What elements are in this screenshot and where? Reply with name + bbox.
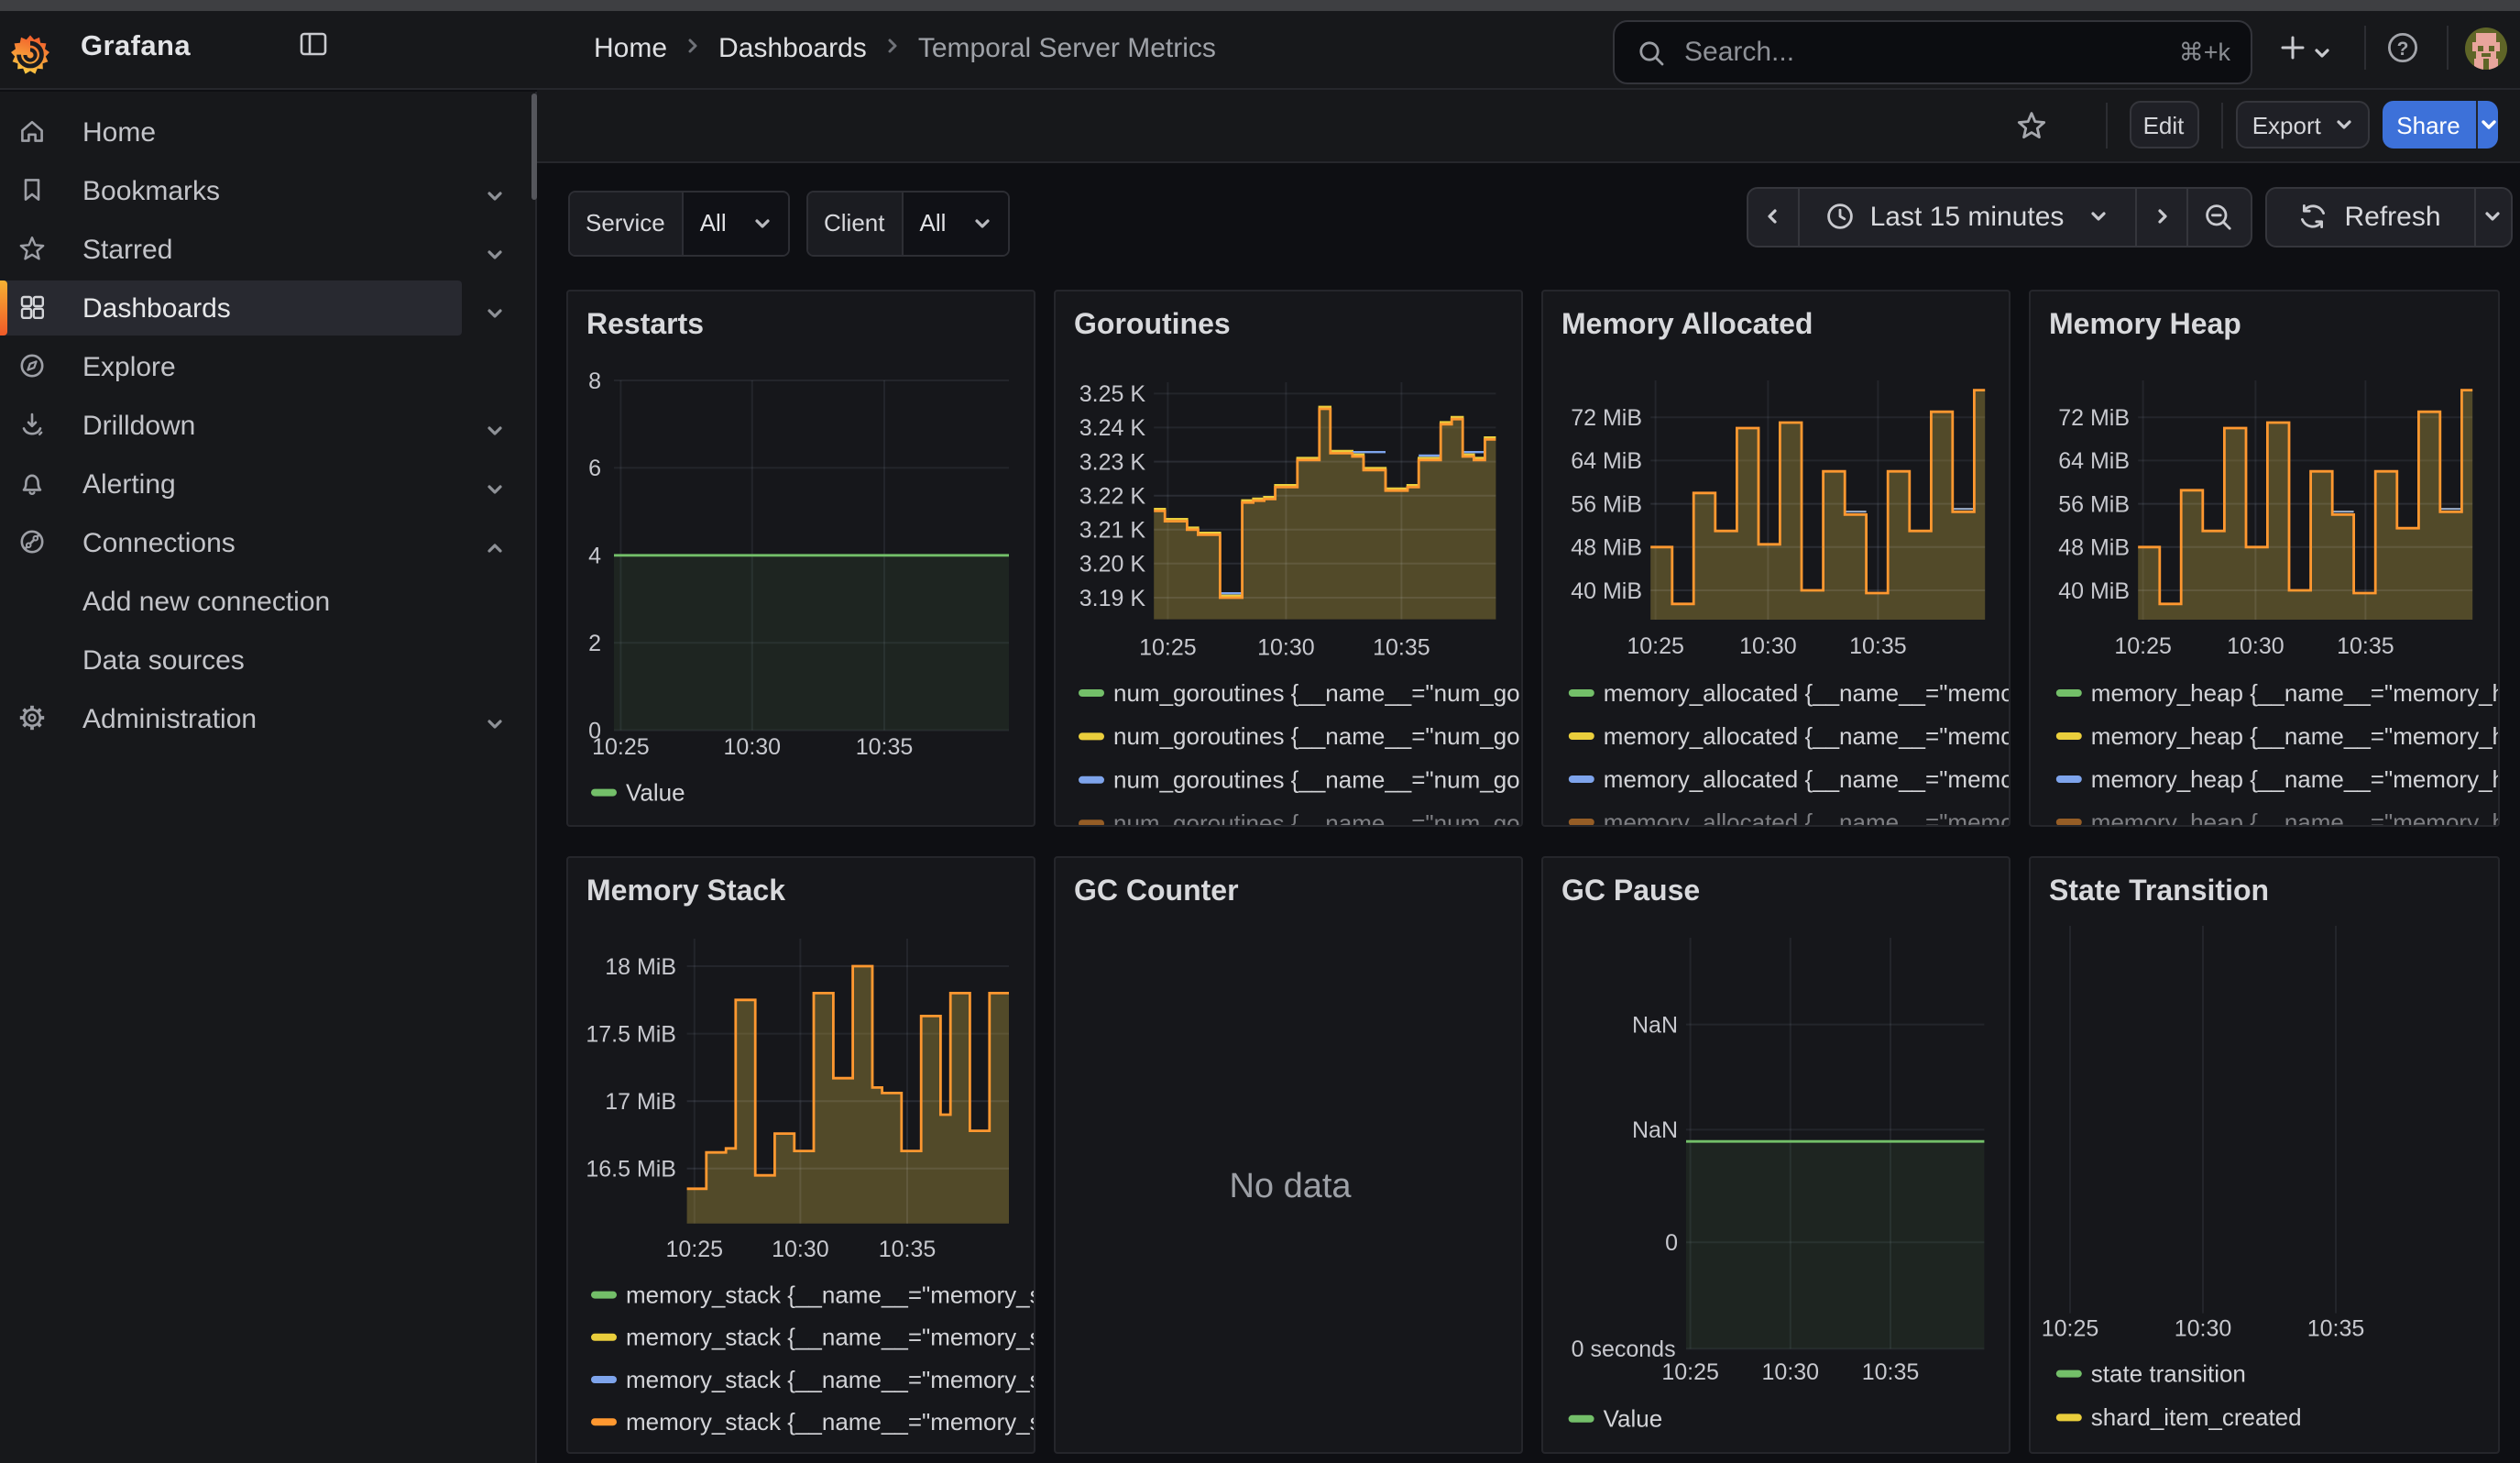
svg-text:memory_allocated {__name__="me: memory_allocated {__name__="memory_alloc… (1603, 808, 2010, 827)
svg-text:NaN: NaN (1631, 1012, 1677, 1038)
svg-text:72 MiB: 72 MiB (1570, 405, 1641, 431)
svg-text:10:30: 10:30 (1738, 633, 1796, 659)
svg-text:memory_heap {__name__="memory_: memory_heap {__name__="memory_heap", ins (2090, 722, 2499, 750)
svg-text:10:25: 10:25 (1138, 634, 1196, 660)
svg-text:shard_item_created: shard_item_created (2090, 1403, 2301, 1431)
svg-text:17.5 MiB: 17.5 MiB (585, 1021, 675, 1047)
svg-text:Value: Value (625, 778, 685, 806)
svg-text:10:25: 10:25 (665, 1237, 723, 1262)
svg-text:16.5 MiB: 16.5 MiB (585, 1157, 675, 1182)
svg-text:18 MiB: 18 MiB (604, 954, 675, 980)
svg-text:10:30: 10:30 (1256, 634, 1314, 660)
svg-text:10:30: 10:30 (2226, 633, 2284, 659)
svg-text:Memory Heap: Memory Heap (2048, 307, 2241, 340)
svg-text:2: 2 (587, 631, 600, 656)
svg-text:64 MiB: 64 MiB (1570, 448, 1641, 474)
svg-text:3.22 K: 3.22 K (1079, 483, 1145, 509)
svg-text:memory_allocated {__name__="me: memory_allocated {__name__="memory_alloc… (1603, 679, 2010, 707)
svg-text:3.25 K: 3.25 K (1079, 381, 1145, 407)
svg-text:72 MiB: 72 MiB (2057, 405, 2129, 431)
svg-text:3.24 K: 3.24 K (1079, 415, 1145, 441)
svg-text:10:35: 10:35 (1848, 633, 1906, 659)
svg-text:10:25: 10:25 (591, 734, 649, 760)
svg-text:memory_stack {__name__="memory: memory_stack {__name__="memory_stack", i (625, 1281, 1035, 1308)
svg-text:8: 8 (587, 368, 600, 394)
svg-text:48 MiB: 48 MiB (2057, 535, 2129, 561)
svg-text:64 MiB: 64 MiB (2057, 448, 2129, 474)
svg-text:10:30: 10:30 (723, 734, 781, 760)
svg-text:State Transition: State Transition (2048, 874, 2268, 907)
svg-text:3.20 K: 3.20 K (1079, 552, 1145, 578)
svg-text:memory_heap {__name__="memory_: memory_heap {__name__="memory_heap", ins (2090, 679, 2499, 707)
svg-text:17 MiB: 17 MiB (604, 1089, 675, 1115)
svg-text:No data: No data (1228, 1167, 1351, 1205)
svg-text:10:25: 10:25 (1626, 633, 1683, 659)
svg-text:NaN: NaN (1631, 1117, 1677, 1143)
svg-text:10:35: 10:35 (855, 734, 913, 760)
svg-text:0: 0 (1664, 1230, 1677, 1256)
svg-text:GC Pause: GC Pause (1561, 874, 1699, 907)
svg-text:memory_stack {__name__="memory: memory_stack {__name__="memory_stack", i (625, 1324, 1035, 1351)
svg-text:10:35: 10:35 (2336, 633, 2394, 659)
svg-text:Memory Stack: Memory Stack (586, 874, 784, 907)
svg-text:Memory Allocated: Memory Allocated (1561, 307, 1812, 340)
svg-text:memory_allocated {__name__="me: memory_allocated {__name__="memory_alloc… (1603, 722, 2010, 750)
svg-text:10:25: 10:25 (2113, 633, 2171, 659)
svg-text:Restarts: Restarts (586, 307, 703, 340)
svg-text:num_goroutines {__name__="num_: num_goroutines {__name__="num_goroutines… (1112, 722, 1522, 750)
svg-text:0 seconds: 0 seconds (1571, 1336, 1675, 1362)
svg-text:Value: Value (1603, 1405, 1662, 1433)
svg-text:3.19 K: 3.19 K (1079, 586, 1145, 611)
svg-text:10:35: 10:35 (1372, 634, 1430, 660)
svg-text:memory_stack {__name__="memory: memory_stack {__name__="memory_stack", i (625, 1366, 1035, 1393)
svg-text:10:35: 10:35 (878, 1237, 936, 1262)
svg-text:10:30: 10:30 (1761, 1359, 1819, 1385)
svg-text:10:35: 10:35 (1861, 1359, 1919, 1385)
svg-text:memory_stack {__name__="memory: memory_stack {__name__="memory_stack", i (625, 1408, 1035, 1436)
svg-text:4: 4 (587, 544, 600, 569)
svg-text:56 MiB: 56 MiB (1570, 491, 1641, 517)
svg-text:10:35: 10:35 (2306, 1315, 2364, 1341)
svg-text:memory_heap {__name__="memory_: memory_heap {__name__="memory_heap", ins (2090, 808, 2499, 827)
svg-text:?: ? (2396, 38, 2408, 60)
svg-text:56 MiB: 56 MiB (2057, 491, 2129, 517)
svg-text:10:30: 10:30 (2174, 1315, 2231, 1341)
svg-text:state transition: state transition (2090, 1359, 2245, 1387)
svg-text:10:25: 10:25 (1660, 1359, 1718, 1385)
svg-text:GC Counter: GC Counter (1073, 874, 1238, 907)
svg-text:3.23 K: 3.23 K (1079, 449, 1145, 475)
svg-text:6: 6 (587, 456, 600, 481)
svg-text:memory_allocated {__name__="me: memory_allocated {__name__="memory_alloc… (1603, 765, 2010, 793)
svg-text:num_goroutines {__name__="num_: num_goroutines {__name__="num_goroutines… (1112, 809, 1522, 827)
svg-text:10:30: 10:30 (771, 1237, 828, 1262)
svg-text:40 MiB: 40 MiB (2057, 578, 2129, 604)
svg-text:num_goroutines {__name__="num_: num_goroutines {__name__="num_goroutines… (1112, 679, 1522, 707)
svg-text:10:25: 10:25 (2041, 1315, 2098, 1341)
svg-text:num_goroutines {__name__="num_: num_goroutines {__name__="num_goroutines… (1112, 766, 1522, 794)
svg-text:40 MiB: 40 MiB (1570, 578, 1641, 604)
svg-text:memory_heap {__name__="memory_: memory_heap {__name__="memory_heap", ins (2090, 765, 2499, 793)
svg-text:Goroutines: Goroutines (1073, 307, 1230, 340)
svg-text:48 MiB: 48 MiB (1570, 535, 1641, 561)
svg-text:3.21 K: 3.21 K (1079, 518, 1145, 544)
